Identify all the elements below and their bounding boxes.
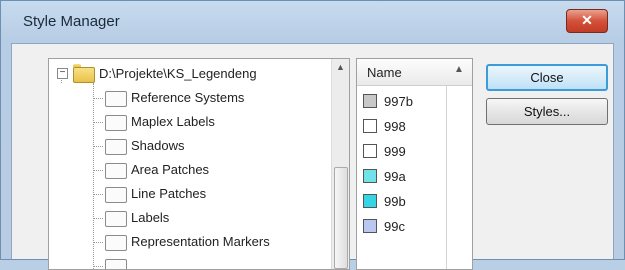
title-bar: Style Manager ✕ xyxy=(1,1,624,43)
scrollbar-thumb[interactable] xyxy=(334,167,348,269)
tree-item-label: Area Patches xyxy=(131,162,210,177)
list-item-label: 99b xyxy=(384,194,406,209)
dialog-content: − D:\Projekte\KS_Legendeng Reference Sys… xyxy=(11,43,614,270)
folder-icon xyxy=(105,184,127,203)
styles-button[interactable]: Styles... xyxy=(486,98,608,125)
folder-icon xyxy=(105,160,127,179)
tree-scrollbar[interactable]: ▲ xyxy=(331,59,349,269)
scroll-up-icon[interactable]: ▲ xyxy=(336,62,345,72)
list-item-label: 99c xyxy=(384,219,405,234)
folder-icon xyxy=(105,232,127,251)
color-swatch-icon xyxy=(363,94,377,108)
collapse-icon[interactable]: − xyxy=(57,68,68,79)
color-swatch-icon xyxy=(363,219,377,233)
tree-item-label: Line Patches xyxy=(131,186,207,201)
folder-icon xyxy=(105,256,127,269)
tree-connector xyxy=(93,218,103,219)
color-swatch-icon xyxy=(363,144,377,158)
tree-connector xyxy=(93,146,103,147)
color-swatch-icon xyxy=(363,169,377,183)
window-title: Style Manager xyxy=(23,13,120,30)
folder-icon xyxy=(105,112,127,131)
tree-item-label: Maplex Labels xyxy=(131,114,215,129)
color-swatch-icon xyxy=(363,119,377,133)
list-item-label: 99a xyxy=(384,169,406,184)
tree-item-label: Labels xyxy=(131,210,170,225)
style-manager-window: Style Manager ✕ − D:\Projekte\KS_Legende… xyxy=(0,0,625,270)
tree-root-label: D:\Projekte\KS_Legendeng xyxy=(99,66,257,81)
column-header-label: Name xyxy=(367,65,402,80)
folder-icon xyxy=(105,88,127,107)
list-item-label: 998 xyxy=(384,119,406,134)
tree-connector xyxy=(93,170,103,171)
close-button[interactable]: Close xyxy=(486,64,608,91)
sort-ascending-icon: ▲ xyxy=(454,64,464,75)
tree-item-label: Shadows xyxy=(131,138,185,153)
style-list[interactable]: Name ▲ 997b 998 999 99a 99b 99c xyxy=(356,58,473,270)
tree-connector xyxy=(93,194,103,195)
color-swatch-icon xyxy=(363,194,377,208)
folder-icon xyxy=(105,208,127,227)
tree-connector xyxy=(93,266,103,267)
folder-icon xyxy=(105,136,127,155)
tree-item-label: Reference Systems xyxy=(131,90,245,105)
style-tree[interactable]: − D:\Projekte\KS_Legendeng Reference Sys… xyxy=(48,58,350,270)
tree-connector xyxy=(93,242,103,243)
folder-open-icon xyxy=(73,64,95,83)
column-header-name[interactable]: Name ▲ xyxy=(357,59,472,86)
list-item-label: 997b xyxy=(384,94,413,109)
tree-connector xyxy=(93,98,103,99)
column-divider xyxy=(446,59,447,269)
tree-item-label: Representation Markers xyxy=(131,234,270,249)
window-close-button[interactable]: ✕ xyxy=(566,9,608,33)
list-item-label: 999 xyxy=(384,144,406,159)
tree-connector xyxy=(93,122,103,123)
